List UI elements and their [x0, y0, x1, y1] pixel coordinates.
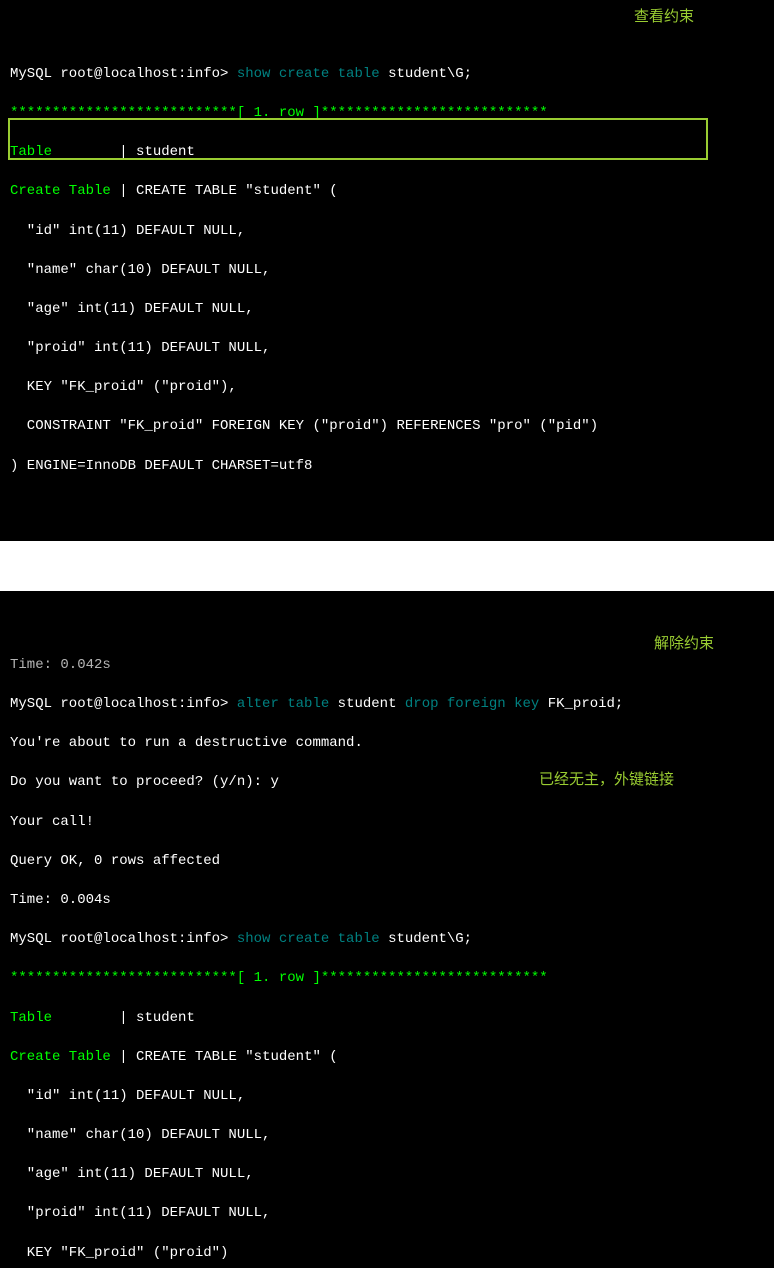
prompt-text: MySQL root@localhost:info> — [10, 66, 237, 82]
pipe: | — [111, 1049, 136, 1065]
warn-line: Your call! — [10, 813, 764, 833]
gap — [0, 541, 774, 591]
row-separator: ***************************[ 1. row ]***… — [10, 104, 764, 124]
ddl-line-key: KEY "FK_proid" ("proid"), — [10, 378, 764, 398]
ddl-line-key: KEY "FK_proid" ("proid") — [10, 1244, 764, 1264]
blank-line — [10, 496, 764, 516]
ddl-line: "name" char(10) DEFAULT NULL, — [10, 261, 764, 281]
sql-args: student\G; — [380, 66, 472, 82]
pipe: | — [111, 183, 136, 199]
result-line: Time: 0.004s — [10, 891, 764, 911]
prompt-line-1: MySQL root@localhost:info> show create t… — [10, 65, 764, 85]
row-separator: ***************************[ 1. row ]***… — [10, 969, 764, 989]
ddl-line: "name" char(10) DEFAULT NULL, — [10, 1126, 764, 1146]
annotation-view-constraint: 查看约束 — [634, 6, 694, 27]
ddl-line: "age" int(11) DEFAULT NULL, — [10, 300, 764, 320]
create-sql: CREATE TABLE "student" ( — [136, 1049, 338, 1065]
table-row: Table | student — [10, 1009, 764, 1029]
sql-args: FK_proid; — [539, 696, 623, 712]
table-label: Table — [10, 1010, 111, 1026]
ddl-line-engine: ) ENGINE=InnoDB DEFAULT CHARSET=utf8 — [10, 457, 764, 477]
prompt-line-2: MySQL root@localhost:info> alter table s… — [10, 695, 764, 715]
prompt-line-3: MySQL root@localhost:info> show create t… — [10, 930, 764, 950]
create-table-row: Create Table | CREATE TABLE "student" ( — [10, 1048, 764, 1068]
sql-keyword: drop foreign key — [405, 696, 539, 712]
sql-keyword: show create table — [237, 66, 380, 82]
create-label: Create Table — [10, 183, 111, 199]
create-table-row: Create Table | CREATE TABLE "student" ( — [10, 182, 764, 202]
ddl-line: "id" int(11) DEFAULT NULL, — [10, 1087, 764, 1107]
create-label: Create Table — [10, 1049, 111, 1065]
prompt-text: MySQL root@localhost:info> — [10, 696, 237, 712]
ddl-line: "id" int(11) DEFAULT NULL, — [10, 222, 764, 242]
warn-line: You're about to run a destructive comman… — [10, 734, 764, 754]
sql-args: student\G; — [380, 931, 472, 947]
prompt-text: MySQL root@localhost:info> — [10, 931, 237, 947]
ddl-line: "proid" int(11) DEFAULT NULL, — [10, 1204, 764, 1224]
ddl-line: "proid" int(11) DEFAULT NULL, — [10, 339, 764, 359]
annotation-remove-constraint: 解除约束 — [654, 633, 714, 654]
table-name: student — [136, 144, 195, 160]
create-sql: CREATE TABLE "student" ( — [136, 183, 338, 199]
sql-keyword: show create table — [237, 931, 380, 947]
pipe: | — [111, 1010, 136, 1026]
pipe: | — [111, 144, 136, 160]
annotation-no-master: 已经无主，外键链接 — [539, 769, 674, 790]
result-line: Query OK, 0 rows affected — [10, 852, 764, 872]
table-name: student — [136, 1010, 195, 1026]
table-row: Table | student — [10, 143, 764, 163]
time-line: Time: 0.042s — [10, 656, 764, 676]
sql-keyword: alter table — [237, 696, 329, 712]
table-label: Table — [10, 144, 111, 160]
sql-args: student — [329, 696, 405, 712]
ddl-line: "age" int(11) DEFAULT NULL, — [10, 1165, 764, 1185]
terminal-block-2: 解除约束 已经无主，外键链接 Time: 0.042s MySQL root@l… — [0, 591, 774, 1268]
terminal-block-1: 查看约束 MySQL root@localhost:info> show cre… — [0, 0, 774, 541]
ddl-line-constraint: CONSTRAINT "FK_proid" FOREIGN KEY ("proi… — [10, 417, 764, 437]
